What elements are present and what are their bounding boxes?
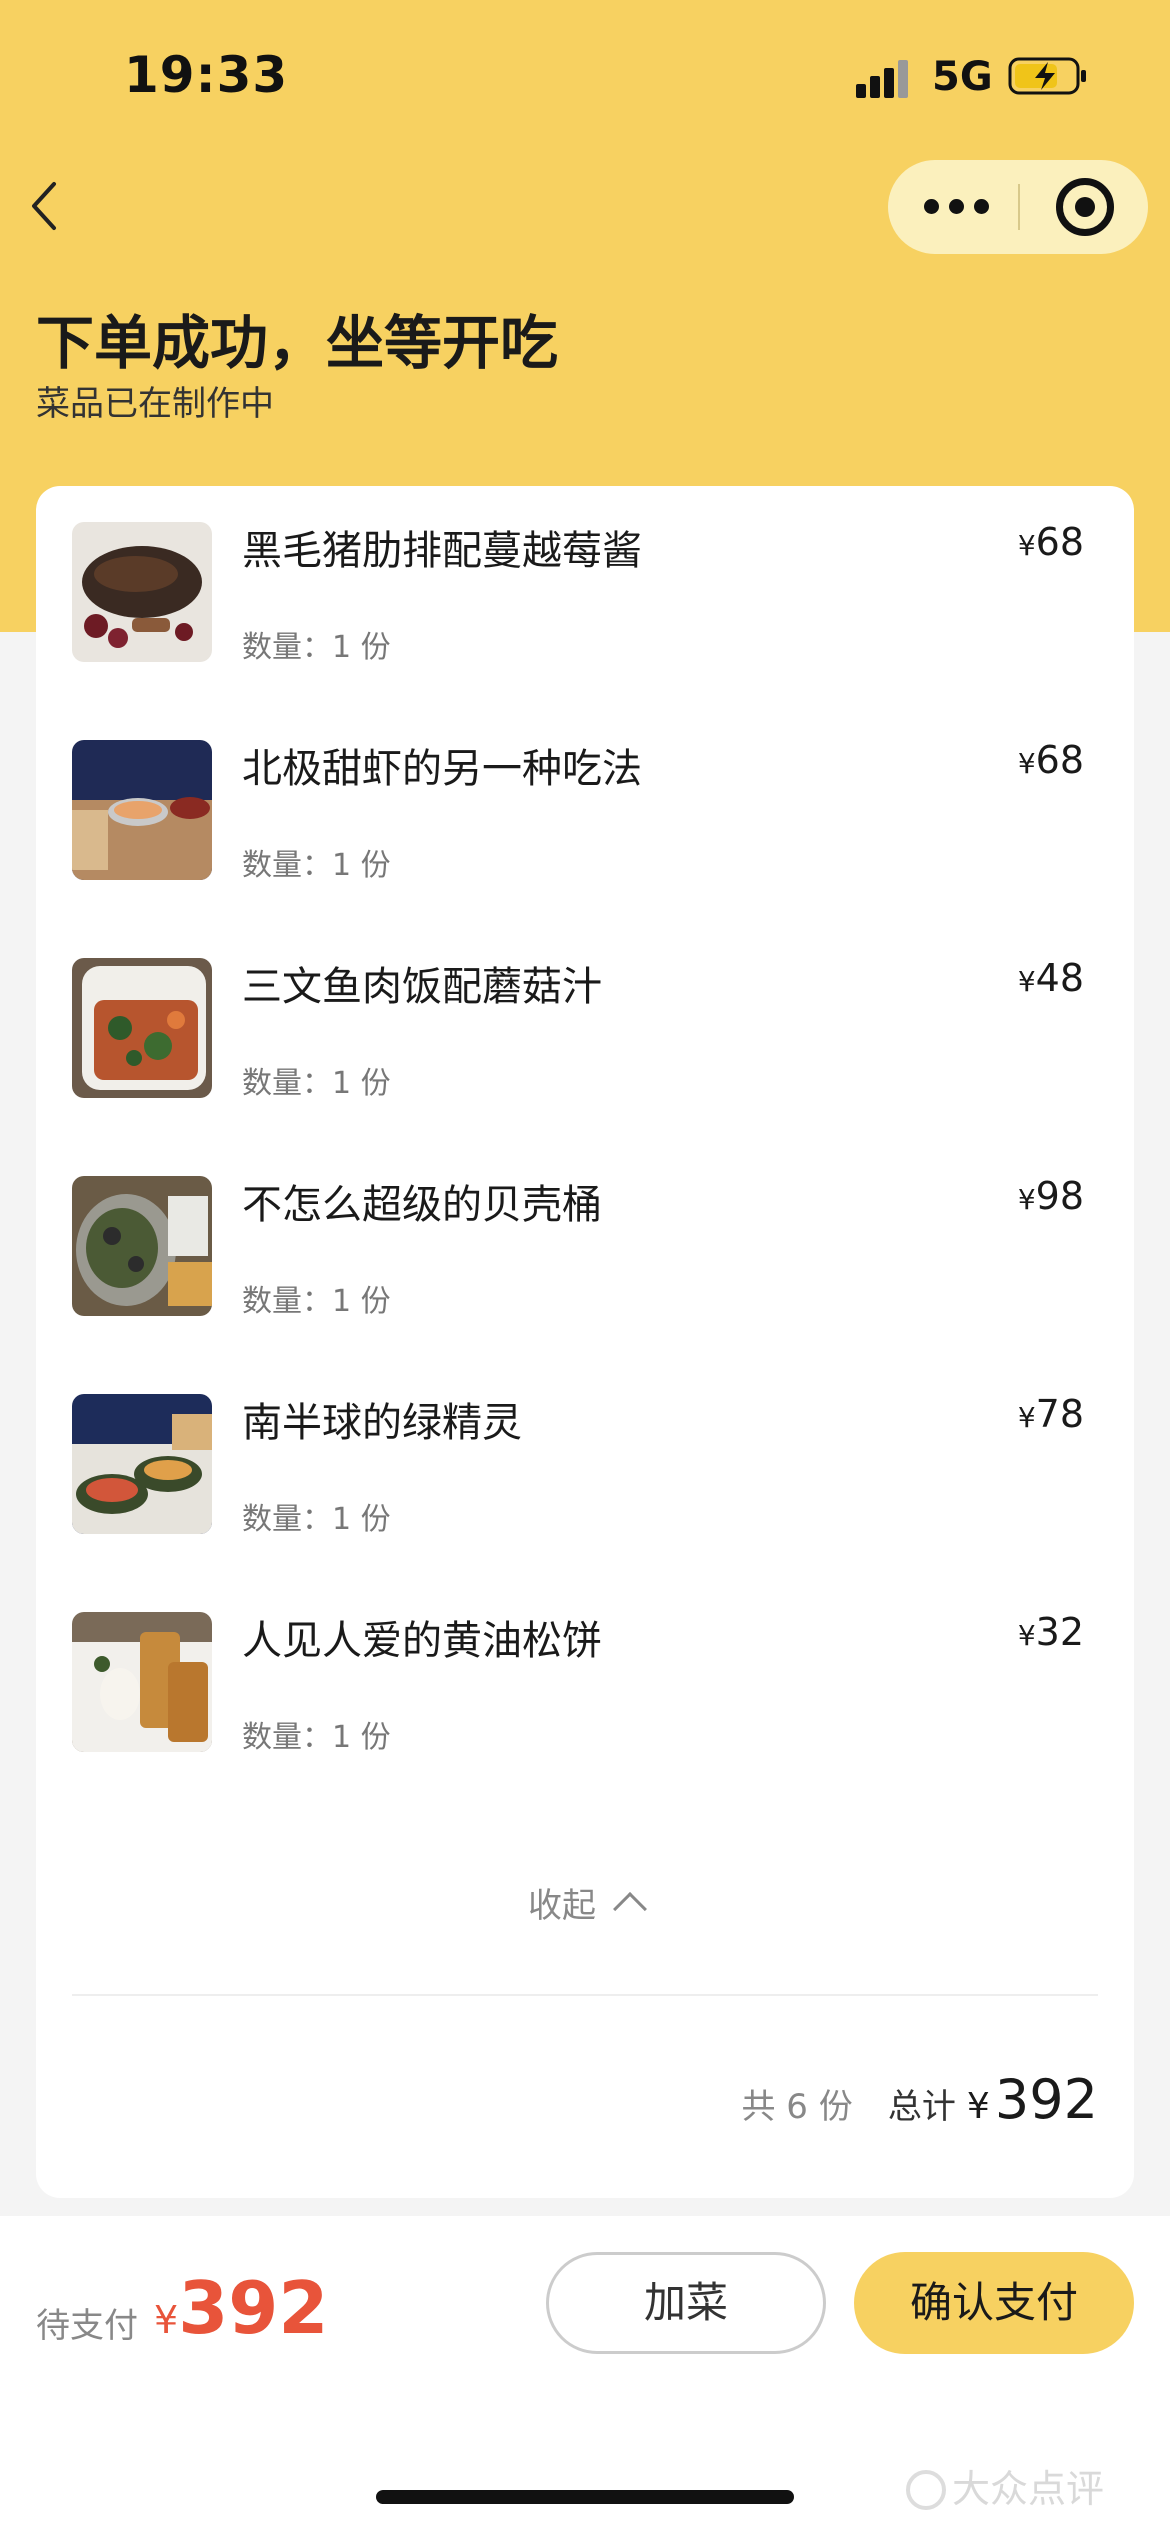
dish-price: ¥68	[1017, 738, 1084, 782]
dish-image	[72, 1394, 212, 1534]
battery-charging-icon	[1008, 56, 1088, 96]
watermark: 大众点评	[906, 2458, 1104, 2513]
divider	[72, 1994, 1098, 1996]
pending-payment-amount: ¥392	[154, 2266, 329, 2350]
pending-payment-label: 待支付	[36, 2306, 138, 2346]
order-item[interactable]: 黑毛猪肋排配蔓越莓酱 数量：1 份 ¥68	[36, 486, 1134, 666]
capsule-divider	[1018, 184, 1020, 230]
item-count: 共 6 份	[741, 2087, 853, 2127]
target-icon[interactable]	[1056, 178, 1114, 236]
dish-image	[72, 522, 212, 662]
page-title: 下单成功，坐等开吃	[36, 309, 559, 377]
dish-name: 南半球的绿精灵	[242, 1400, 522, 1446]
dish-price: ¥48	[1017, 956, 1084, 1000]
dish-quantity: 数量：1 份	[242, 1066, 391, 1101]
dish-name: 北极甜虾的另一种吃法	[242, 746, 642, 792]
dish-name: 人见人爱的黄油松饼	[242, 1618, 602, 1664]
order-item[interactable]: 不怎么超级的贝壳桶 数量：1 份 ¥98	[36, 1140, 1134, 1320]
order-item[interactable]: 北极甜虾的另一种吃法 数量：1 份 ¥68	[36, 704, 1134, 884]
total-amount: 392	[994, 2068, 1098, 2131]
signal-icon	[856, 58, 910, 98]
home-indicator[interactable]	[376, 2490, 794, 2504]
confirm-payment-button[interactable]: 确认支付	[854, 2252, 1134, 2354]
dish-quantity: 数量：1 份	[242, 630, 391, 665]
dish-price: ¥98	[1017, 1174, 1084, 1218]
collapse-label: 收起	[528, 1886, 596, 1926]
dish-image	[72, 740, 212, 880]
order-item[interactable]: 三文鱼肉饭配蘑菇汁 数量：1 份 ¥48	[36, 922, 1134, 1102]
dish-quantity: 数量：1 份	[242, 1502, 391, 1537]
dianping-logo-icon	[906, 2470, 946, 2510]
dish-quantity: 数量：1 份	[242, 1720, 391, 1755]
dish-price: ¥78	[1017, 1392, 1084, 1436]
dish-image	[72, 1612, 212, 1752]
add-dish-button[interactable]: 加菜	[546, 2252, 826, 2354]
status-bar: 19:33 5G	[0, 0, 1170, 150]
total-label: 总计	[887, 2087, 956, 2127]
total-currency: ¥	[966, 2086, 990, 2127]
back-button[interactable]	[24, 176, 72, 236]
dish-name: 三文鱼肉饭配蘑菇汁	[242, 964, 602, 1010]
order-card: 黑毛猪肋排配蔓越莓酱 数量：1 份 ¥68 北极甜虾的另一种吃法 数量：1 份 …	[36, 486, 1134, 2198]
order-summary: 共 6 份 总计 ¥ 392	[741, 2068, 1098, 2131]
dish-name: 黑毛猪肋排配蔓越莓酱	[242, 528, 642, 574]
chevron-left-icon	[32, 182, 56, 230]
mini-program-capsule	[888, 160, 1148, 254]
chevron-up-icon	[613, 1892, 647, 1926]
network-type: 5G	[932, 54, 993, 100]
page-subtitle: 菜品已在制作中	[36, 384, 274, 424]
dish-quantity: 数量：1 份	[242, 848, 391, 883]
dish-image	[72, 1176, 212, 1316]
dish-quantity: 数量：1 份	[242, 1284, 391, 1319]
dish-price: ¥68	[1017, 520, 1084, 564]
dish-image	[72, 958, 212, 1098]
order-item[interactable]: 南半球的绿精灵 数量：1 份 ¥78	[36, 1358, 1134, 1538]
dish-price: ¥32	[1017, 1610, 1084, 1654]
more-icon[interactable]	[924, 160, 1014, 254]
order-item[interactable]: 人见人爱的黄油松饼 数量：1 份 ¥32	[36, 1576, 1134, 1756]
status-time: 19:33	[124, 46, 289, 104]
dish-name: 不怎么超级的贝壳桶	[242, 1182, 602, 1228]
collapse-button[interactable]: 收起	[36, 1878, 1134, 1927]
